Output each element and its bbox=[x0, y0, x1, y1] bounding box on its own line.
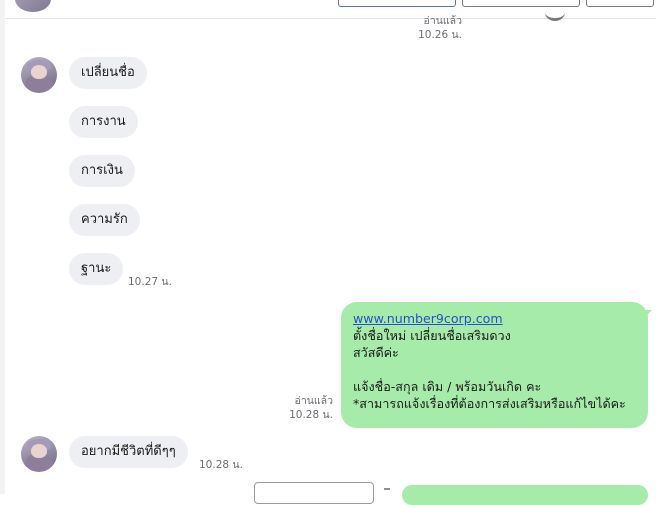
message-line: ตั้งชื่อใหม่ เปลี่ยนชื่อเสริมดวง bbox=[353, 328, 511, 343]
outgoing-message[interactable]: www.number9corp.com ตั้งชื่อใหม่ เปลี่ยน… bbox=[341, 302, 652, 428]
read-time: 10.26 น. bbox=[418, 29, 462, 41]
contact-avatar-top[interactable] bbox=[15, 0, 51, 12]
message-line: สวัสดีค่ะ bbox=[353, 345, 399, 360]
incoming-message[interactable]: อยากมีชีวิตที่ดีๆๆ bbox=[69, 436, 188, 468]
message-line: แจ้งชื่อ-สกุล เดิม / พร้อมวันเกิด คะ bbox=[353, 379, 542, 394]
outgoing-message-partial[interactable] bbox=[402, 485, 648, 505]
read-status: อ่านแล้ว bbox=[423, 15, 462, 27]
contact-avatar[interactable] bbox=[21, 436, 57, 472]
contact-avatar[interactable] bbox=[21, 57, 57, 93]
message-line: *สามารถแจ้งเรื่องที่ต้องการส่งเสริมหรือแ… bbox=[353, 396, 626, 411]
message-card-partial[interactable] bbox=[254, 482, 374, 504]
message-line-blank bbox=[353, 361, 636, 378]
incoming-message[interactable]: ฐานะ bbox=[69, 253, 124, 285]
sticker-partial bbox=[545, 4, 565, 21]
incoming-message[interactable]: การเงิน bbox=[69, 155, 135, 187]
incoming-message[interactable]: การงาน bbox=[69, 106, 138, 138]
read-time: 10.28 น. bbox=[289, 409, 333, 421]
read-status: อ่านแล้ว bbox=[294, 395, 333, 407]
message-timestamp: 10.28 น. bbox=[199, 459, 243, 471]
chat-header bbox=[5, 0, 656, 21]
incoming-message[interactable]: ความรัก bbox=[69, 204, 140, 236]
incoming-message[interactable]: เปลี่ยนชื่อ bbox=[69, 57, 147, 89]
header-action-button-more[interactable] bbox=[586, 0, 654, 7]
message-timestamp: 10.27 น. bbox=[128, 276, 172, 288]
read-receipt-top: อ่านแล้ว 10.26 น. bbox=[418, 14, 462, 42]
read-indicator-partial bbox=[384, 488, 390, 490]
read-receipt: อ่านแล้ว 10.28 น. bbox=[284, 394, 333, 422]
message-link[interactable]: www.number9corp.com bbox=[353, 311, 503, 326]
header-action-button-primary[interactable] bbox=[338, 0, 456, 7]
left-rail bbox=[0, 0, 5, 494]
